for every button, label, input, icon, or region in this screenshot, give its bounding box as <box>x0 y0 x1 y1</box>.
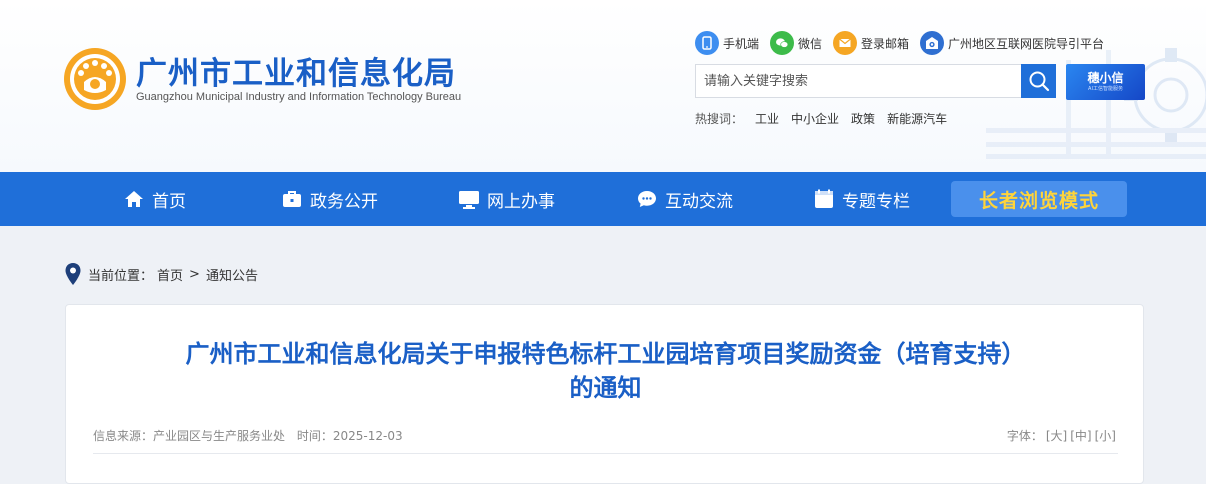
meta-divider <box>93 453 1118 454</box>
quick-links: 手机端 微信 登录邮箱 广州地区互联网医院导引平台 <box>695 30 1115 56</box>
hot-keyword[interactable]: 工业 <box>755 110 779 127</box>
nav-item-interaction[interactable]: 互动交流 <box>636 172 733 226</box>
search-button[interactable] <box>1021 64 1056 98</box>
calendar-icon <box>815 189 833 208</box>
article-source: 信息来源：产业园区与生产服务业处 <box>93 429 286 443</box>
font-size-medium[interactable]: [中] <box>1070 427 1091 444</box>
search-icon <box>1029 71 1049 92</box>
article-title: 广州市工业和信息化局关于申报特色标杆工业园培育项目奖励资金（培育支持） 的通知 <box>96 337 1115 405</box>
breadcrumb-home[interactable]: 首页 <box>157 265 183 284</box>
mobile-link[interactable]: 手机端 <box>695 31 759 55</box>
site-header: 广州市工业和信息化局 Guangzhou Municipal Industry … <box>0 0 1206 172</box>
article-card: 广州市工业和信息化局关于申报特色标杆工业园培育项目奖励资金（培育支持） 的通知 … <box>65 304 1144 484</box>
monitor-icon <box>459 191 479 209</box>
mobile-icon <box>695 31 719 55</box>
search-input[interactable] <box>695 64 1021 98</box>
mail-link[interactable]: 登录邮箱 <box>833 31 909 55</box>
mobile-label: 手机端 <box>723 36 760 51</box>
nav-label: 政务公开 <box>310 191 378 212</box>
hot-keyword[interactable]: 中小企业 <box>791 110 839 127</box>
breadcrumb-separator: > <box>189 266 200 282</box>
nav-label: 首页 <box>152 191 186 212</box>
font-size-large[interactable]: [大] <box>1046 427 1067 444</box>
mail-icon <box>833 31 858 55</box>
breadcrumb-notices[interactable]: 通知公告 <box>206 265 258 284</box>
nav-label: 网上办事 <box>487 191 555 212</box>
wechat-label: 微信 <box>798 36 823 51</box>
article-meta: 信息来源：产业园区与生产服务业处 时间：2025-12-03 <box>93 427 403 444</box>
font-size-controls: 字体： [大] [中] [小] <box>1007 427 1116 444</box>
nav-item-special-topics[interactable]: 专题专栏 <box>813 172 910 226</box>
mail-label: 登录邮箱 <box>861 36 910 51</box>
hospital-guide-link[interactable]: 广州地区互联网医院导引平台 <box>920 31 1104 55</box>
nav-item-government[interactable]: 政务公开 <box>281 172 378 226</box>
site-title[interactable]: 广州市工业和信息化局 <box>136 48 456 93</box>
hot-keyword[interactable]: 新能源汽车 <box>887 110 947 127</box>
nav-label: 互动交流 <box>665 191 733 212</box>
breadcrumb: 当前位置： 首页 > 通知公告 <box>64 262 258 286</box>
font-size-small[interactable]: [小] <box>1095 427 1116 444</box>
breadcrumb-label: 当前位置： <box>88 268 154 284</box>
home-icon <box>125 191 143 207</box>
assistant-tagline: AI工信智能服务 <box>1088 86 1123 92</box>
nav-item-home[interactable]: 首页 <box>123 172 186 226</box>
location-pin-icon <box>65 263 81 285</box>
nav-item-online-service[interactable]: 网上办事 <box>458 172 555 226</box>
nav-label: 专题专栏 <box>842 191 910 212</box>
hospital-guide-label: 广州地区互联网医院导引平台 <box>948 36 1105 51</box>
bureau-logo[interactable] <box>62 46 128 112</box>
article-title-line: 的通知 <box>569 374 642 402</box>
hot-keywords-label: 热搜词： <box>695 112 744 126</box>
font-size-label: 字体： <box>1006 429 1043 443</box>
hospital-guide-icon <box>920 31 945 55</box>
hot-keywords: 热搜词： 工业 中小企业 政策 新能源汽车 <box>695 110 947 127</box>
article-date: 时间：2025-12-03 <box>296 429 403 443</box>
assistant-name: 穗小信 <box>1087 71 1124 85</box>
ai-assistant-banner[interactable]: 穗小信 AI工信智能服务 <box>1066 64 1145 100</box>
chat-icon <box>638 191 656 207</box>
elder-mode-button[interactable]: 长者浏览模式 <box>951 181 1127 217</box>
wechat-icon <box>770 31 795 55</box>
wechat-link[interactable]: 微信 <box>770 31 822 55</box>
briefcase-icon <box>283 191 301 207</box>
article-title-line: 广州市工业和信息化局关于申报特色标杆工业园培育项目奖励资金（培育支持） <box>185 340 1026 368</box>
site-subtitle: Guangzhou Municipal Industry and Informa… <box>136 91 462 103</box>
hot-keyword[interactable]: 政策 <box>851 110 875 127</box>
